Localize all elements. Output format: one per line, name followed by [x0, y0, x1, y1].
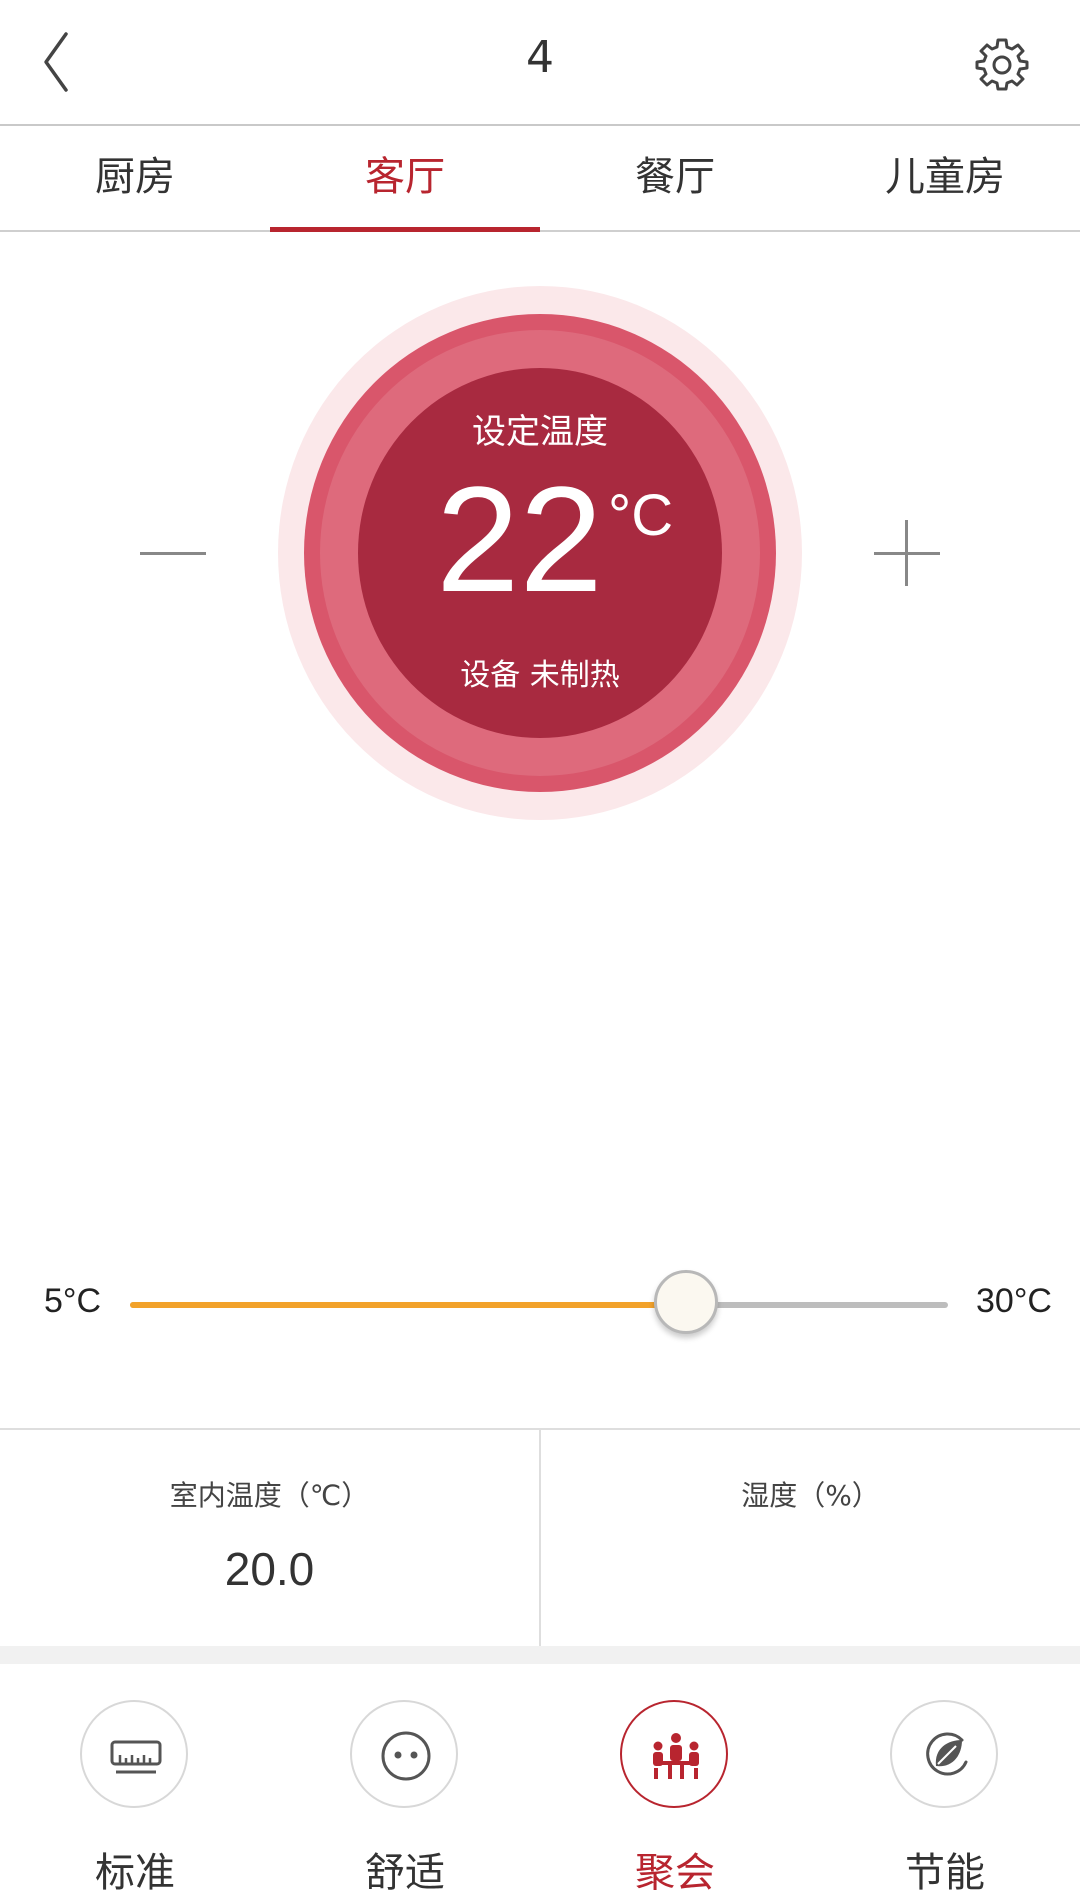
- decrease-temp-button[interactable]: [140, 538, 206, 568]
- humidity-card: 湿度（%）: [539, 1430, 1080, 1648]
- slider-thumb[interactable]: [654, 1270, 719, 1334]
- mode-bar: 标准 舒适 聚会 节能: [0, 1664, 1080, 1896]
- tab-kids-room[interactable]: 儿童房: [810, 126, 1080, 230]
- temperature-dial: 设定温度 22 °C 设备 未制热: [278, 286, 802, 820]
- slider-fill: [130, 1302, 687, 1308]
- tab-dining-room[interactable]: 餐厅: [540, 126, 810, 230]
- mode-comfort-button[interactable]: [350, 1700, 458, 1808]
- leaf-icon: [926, 1732, 968, 1776]
- temperature-unit: °C: [608, 483, 674, 548]
- indoor-temperature-card: 室内温度（℃） 20.0: [0, 1430, 539, 1648]
- mode-energy-saving-button[interactable]: [890, 1700, 998, 1808]
- indoor-temperature-label: 室内温度（℃）: [169, 1479, 370, 1512]
- top-bar: 4: [0, 0, 1080, 126]
- tab-kitchen[interactable]: 厨房: [0, 126, 270, 230]
- settings-button[interactable]: [972, 34, 1032, 94]
- gear-icon: [975, 38, 1029, 91]
- mode-comfort[interactable]: 舒适: [270, 1664, 540, 1896]
- tab-living-room[interactable]: 客厅: [270, 126, 540, 232]
- humidity-label: 湿度（%）: [741, 1479, 880, 1512]
- increase-temp-button[interactable]: [874, 520, 940, 586]
- mode-party-button[interactable]: [620, 1700, 728, 1808]
- room-tabs: 厨房 客厅 餐厅 儿童房: [0, 126, 1080, 232]
- mode-party-label: 聚会: [635, 1850, 715, 1896]
- temperature-slider[interactable]: [130, 1270, 948, 1334]
- mode-energy-saving[interactable]: 节能: [810, 1664, 1080, 1896]
- readings-panel: 室内温度（℃） 20.0 湿度（%）: [0, 1428, 1080, 1648]
- smiley-icon: [381, 1731, 431, 1781]
- section-divider: [0, 1646, 1080, 1664]
- heating-status: 设备 未制热: [460, 658, 620, 693]
- mode-party[interactable]: 聚会: [540, 1664, 810, 1896]
- page-title: 4: [526, 32, 554, 83]
- mode-standard-label: 标准: [95, 1850, 175, 1896]
- mode-standard-button[interactable]: [80, 1700, 188, 1808]
- ruler-icon: [110, 1740, 162, 1774]
- party-people-icon: [653, 1733, 699, 1779]
- set-temperature-label: 设定温度: [472, 412, 608, 452]
- indoor-temperature-value: 20.0: [224, 1543, 315, 1595]
- slider-max-label: 30°C: [976, 1282, 1052, 1320]
- mode-energy-saving-label: 节能: [905, 1850, 985, 1896]
- mode-comfort-label: 舒适: [365, 1850, 445, 1896]
- mode-standard[interactable]: 标准: [0, 1664, 270, 1896]
- set-temperature-value: 22: [436, 455, 603, 623]
- slider-min-label: 5°C: [44, 1282, 102, 1320]
